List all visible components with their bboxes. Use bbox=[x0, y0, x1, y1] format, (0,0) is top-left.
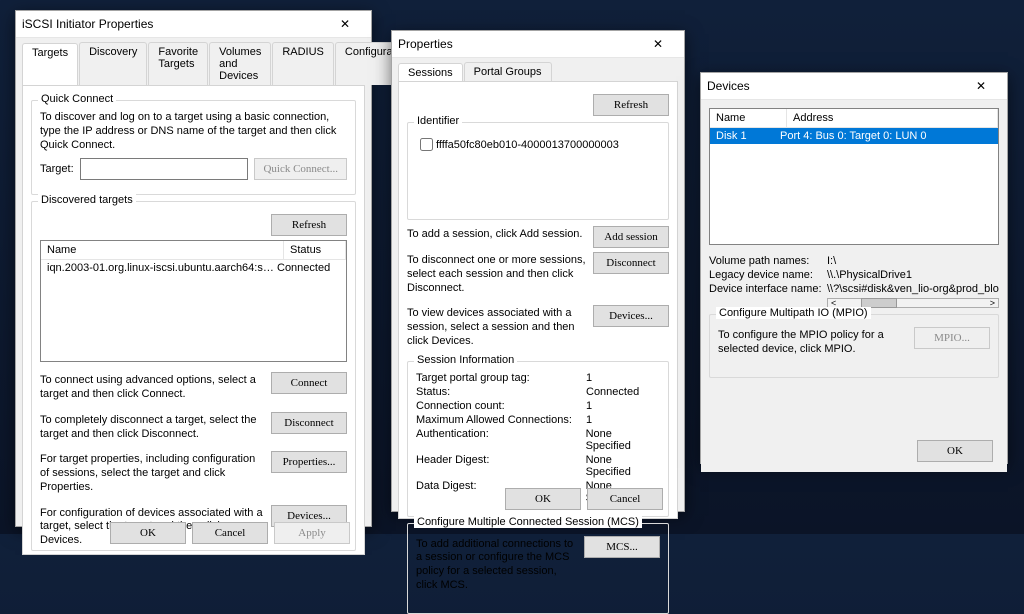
targets-list[interactable]: Name Status iqn.2003-01.org.linux-iscsi.… bbox=[40, 240, 347, 362]
close-icon[interactable]: ✕ bbox=[961, 79, 1001, 93]
apply-button[interactable]: Apply bbox=[274, 522, 350, 544]
si-value: None Specified bbox=[586, 454, 660, 478]
iscsi-initiator-window: iSCSI Initiator Properties ✕ Targets Dis… bbox=[15, 10, 372, 527]
help-disconnect: To completely disconnect a target, selec… bbox=[40, 414, 271, 442]
mpio-button[interactable]: MPIO... bbox=[914, 327, 990, 349]
si-value: None Specified bbox=[586, 428, 660, 452]
session-checkbox[interactable] bbox=[420, 138, 433, 151]
help-devices-session: To view devices associated with a sessio… bbox=[407, 307, 593, 348]
device-address: Port 4: Bus 0: Target 0: LUN 0 bbox=[780, 130, 927, 142]
si-label: Header Digest: bbox=[416, 454, 586, 478]
help-disconnect-session: To disconnect one or more sessions, sele… bbox=[407, 254, 593, 295]
connect-button[interactable]: Connect bbox=[271, 372, 347, 394]
mcs-group: Configure Multiple Connected Session (MC… bbox=[407, 523, 669, 614]
help-properties: For target properties, including configu… bbox=[40, 453, 271, 494]
si-value: Connected bbox=[586, 386, 639, 398]
tab-favorite-targets[interactable]: Favorite Targets bbox=[148, 42, 208, 85]
titlebar: Devices ✕ bbox=[701, 73, 1007, 100]
cancel-button[interactable]: Cancel bbox=[587, 488, 663, 510]
help-connect: To connect using advanced options, selec… bbox=[40, 374, 271, 402]
mcs-button[interactable]: MCS... bbox=[584, 536, 660, 558]
legacy-value: \\.\PhysicalDrive1 bbox=[827, 269, 912, 281]
devices-list[interactable]: Name Address Disk 1 Port 4: Bus 0: Targe… bbox=[709, 108, 999, 245]
group-legend: Quick Connect bbox=[38, 93, 116, 105]
cancel-button[interactable]: Cancel bbox=[192, 522, 268, 544]
si-label: Connection count: bbox=[416, 400, 586, 412]
identifier-group: Identifier ffffa50fc80eb010-400001370000… bbox=[407, 122, 669, 220]
si-label: Target portal group tag: bbox=[416, 372, 586, 384]
vol-path-value: I:\ bbox=[827, 255, 836, 267]
disconnect-button[interactable]: Disconnect bbox=[271, 412, 347, 434]
dif-value: \\?\scsi#disk&ven_lio-org&prod_block0#1&… bbox=[827, 283, 999, 295]
properties-window: Properties ✕ Sessions Portal Groups Refr… bbox=[391, 30, 685, 512]
mcs-desc: To add additional connections to a sessi… bbox=[416, 538, 584, 593]
target-status: Connected bbox=[277, 262, 330, 274]
close-icon[interactable]: ✕ bbox=[638, 37, 678, 51]
ok-button[interactable]: OK bbox=[505, 488, 581, 510]
add-session-button[interactable]: Add session bbox=[593, 226, 669, 248]
table-row[interactable]: iqn.2003-01.org.linux-iscsi.ubuntu.aarch… bbox=[41, 260, 346, 276]
scroll-right-icon[interactable]: > bbox=[987, 298, 998, 308]
group-legend: Discovered targets bbox=[38, 194, 136, 206]
device-name: Disk 1 bbox=[716, 130, 780, 142]
tablist: Sessions Portal Groups bbox=[392, 58, 684, 81]
devices-window: Devices ✕ Name Address Disk 1 Port 4: Bu… bbox=[700, 72, 1008, 464]
disconnect-button[interactable]: Disconnect bbox=[593, 252, 669, 274]
col-name[interactable]: Name bbox=[710, 109, 787, 127]
si-label: Maximum Allowed Connections: bbox=[416, 414, 586, 426]
dif-label: Device interface name: bbox=[709, 283, 827, 295]
titlebar: Properties ✕ bbox=[392, 31, 684, 58]
group-legend: Configure Multipath IO (MPIO) bbox=[716, 307, 871, 319]
window-body: Name Address Disk 1 Port 4: Bus 0: Targe… bbox=[701, 100, 1007, 472]
target-input[interactable] bbox=[80, 158, 248, 180]
mpio-desc: To configure the MPIO policy for a selec… bbox=[718, 329, 914, 357]
tab-portal-groups[interactable]: Portal Groups bbox=[464, 62, 552, 81]
col-name[interactable]: Name bbox=[41, 241, 284, 259]
col-address[interactable]: Address bbox=[787, 109, 998, 127]
tab-volumes-devices[interactable]: Volumes and Devices bbox=[209, 42, 271, 85]
titlebar: iSCSI Initiator Properties ✕ bbox=[16, 11, 371, 38]
tab-sessions[interactable]: Sessions bbox=[398, 63, 463, 82]
legacy-label: Legacy device name: bbox=[709, 269, 827, 281]
tab-pane: Refresh Identifier ffffa50fc80eb010-4000… bbox=[398, 81, 678, 519]
discovered-targets-group: Discovered targets Refresh Name Status i… bbox=[31, 201, 356, 551]
group-legend: Identifier bbox=[414, 115, 462, 127]
target-name: iqn.2003-01.org.linux-iscsi.ubuntu.aarch… bbox=[47, 262, 277, 274]
window-title: iSCSI Initiator Properties bbox=[22, 17, 153, 31]
window-title: Properties bbox=[398, 37, 453, 51]
session-identifier: ffffa50fc80eb010-4000013700000003 bbox=[436, 139, 619, 151]
devices-button[interactable]: Devices... bbox=[593, 305, 669, 327]
properties-button[interactable]: Properties... bbox=[271, 451, 347, 473]
window-title: Devices bbox=[707, 79, 750, 93]
mpio-group: Configure Multipath IO (MPIO) To configu… bbox=[709, 314, 999, 378]
refresh-button[interactable]: Refresh bbox=[271, 214, 347, 236]
ok-button[interactable]: OK bbox=[917, 440, 993, 462]
tab-targets[interactable]: Targets bbox=[22, 43, 78, 86]
si-value: 1 bbox=[586, 400, 592, 412]
quick-connect-group: Quick Connect To discover and log on to … bbox=[31, 100, 356, 195]
si-value: 1 bbox=[586, 372, 592, 384]
tab-pane: Quick Connect To discover and log on to … bbox=[22, 85, 365, 555]
si-value: 1 bbox=[586, 414, 592, 426]
col-status[interactable]: Status bbox=[284, 241, 346, 259]
quick-connect-button[interactable]: Quick Connect... bbox=[254, 158, 347, 180]
group-legend: Session Information bbox=[414, 354, 517, 366]
vol-path-label: Volume path names: bbox=[709, 255, 827, 267]
quick-connect-desc: To discover and log on to a target using… bbox=[40, 111, 347, 152]
target-label: Target: bbox=[40, 163, 80, 175]
table-row[interactable]: Disk 1 Port 4: Bus 0: Target 0: LUN 0 bbox=[710, 128, 998, 144]
tab-discovery[interactable]: Discovery bbox=[79, 42, 147, 85]
ok-button[interactable]: OK bbox=[110, 522, 186, 544]
help-add-session: To add a session, click Add session. bbox=[407, 228, 593, 242]
si-label: Status: bbox=[416, 386, 586, 398]
group-legend: Configure Multiple Connected Session (MC… bbox=[414, 516, 642, 528]
close-icon[interactable]: ✕ bbox=[325, 17, 365, 31]
target-row: Target: Quick Connect... bbox=[40, 158, 347, 180]
refresh-button[interactable]: Refresh bbox=[593, 94, 669, 116]
si-label: Authentication: bbox=[416, 428, 586, 452]
tablist: Targets Discovery Favorite Targets Volum… bbox=[16, 38, 371, 85]
tab-radius[interactable]: RADIUS bbox=[272, 42, 334, 85]
